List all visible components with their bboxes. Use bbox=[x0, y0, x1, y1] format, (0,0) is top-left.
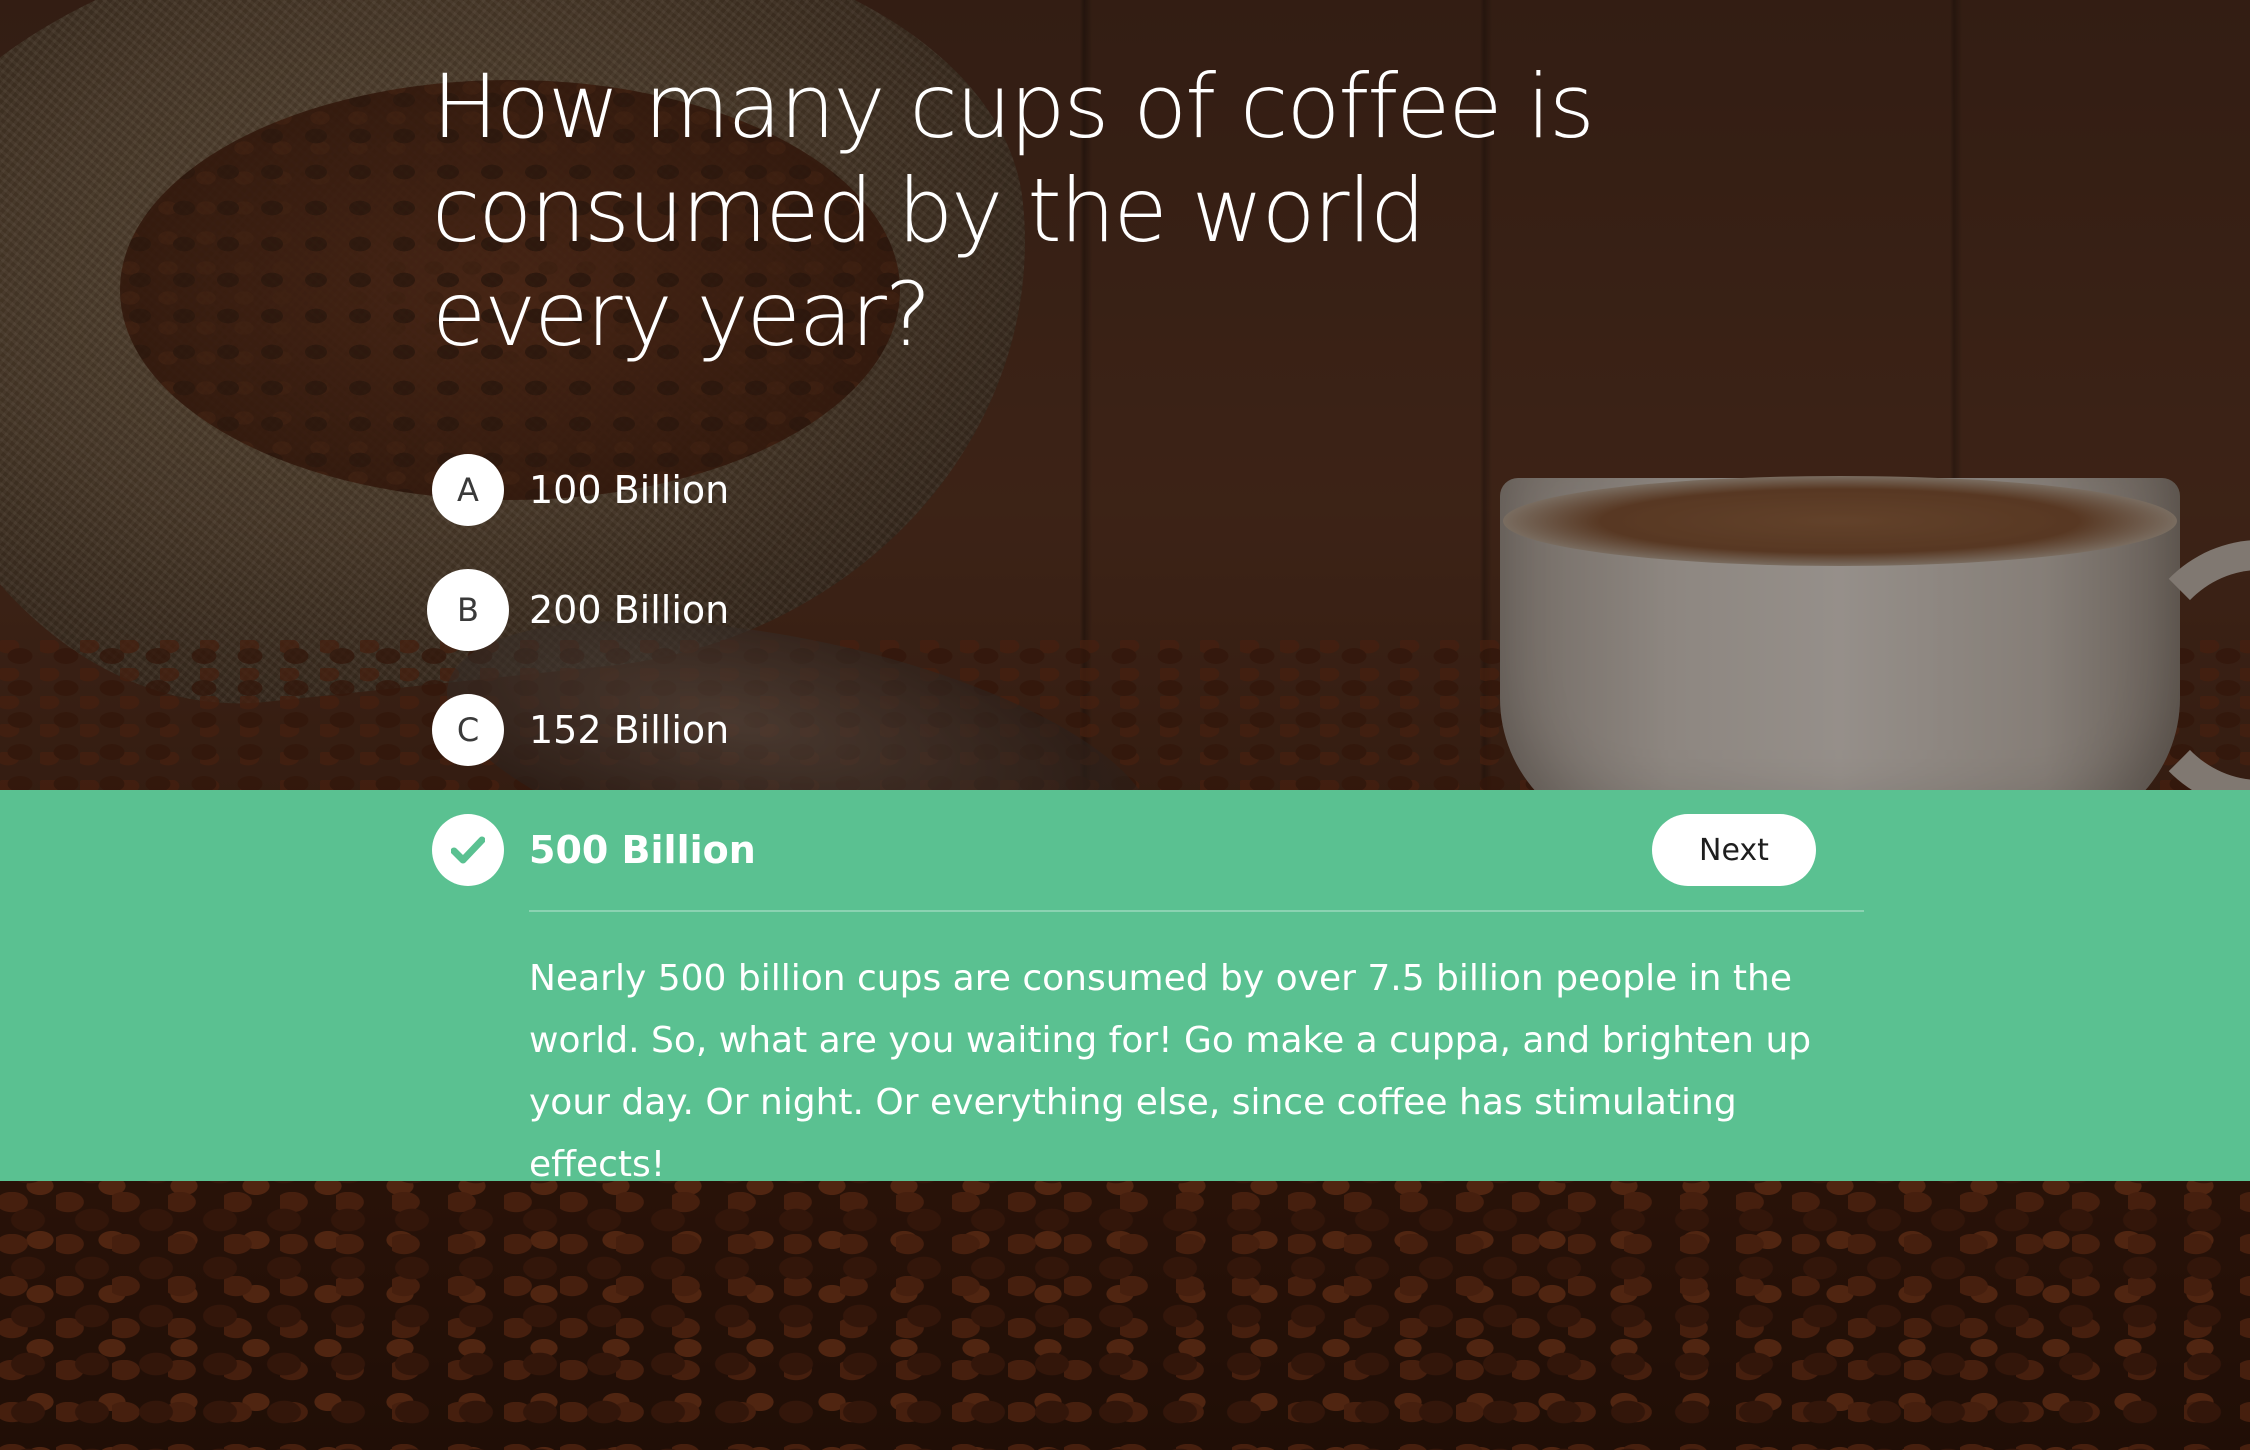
option-letter-badge: A bbox=[432, 454, 504, 526]
option-label: 152 Billion bbox=[529, 708, 730, 752]
correct-answer-label: 500 Billion bbox=[529, 828, 756, 872]
answer-explanation: Nearly 500 billion cups are consumed by … bbox=[529, 958, 1812, 1185]
answer-option-b[interactable]: B 200 Billion bbox=[427, 569, 730, 651]
checkmark-icon bbox=[451, 836, 485, 864]
option-label: 200 Billion bbox=[529, 588, 730, 632]
answer-option-c[interactable]: C 152 Billion bbox=[432, 694, 729, 766]
question-title: How many cups of coffee is consumed by t… bbox=[432, 55, 1595, 366]
option-letter-badge: C bbox=[432, 694, 504, 766]
divider bbox=[529, 910, 1864, 912]
correct-answer-panel: 500 Billion Next Nearly 500 billion cups… bbox=[0, 790, 2250, 1185]
next-button[interactable]: Next bbox=[1652, 814, 1816, 886]
option-label: 100 Billion bbox=[529, 468, 730, 512]
option-letter-badge: B bbox=[427, 569, 509, 651]
checkmark-badge bbox=[432, 814, 504, 886]
answer-option-a[interactable]: A 100 Billion bbox=[432, 454, 729, 526]
correct-answer-option: 500 Billion bbox=[432, 814, 756, 886]
